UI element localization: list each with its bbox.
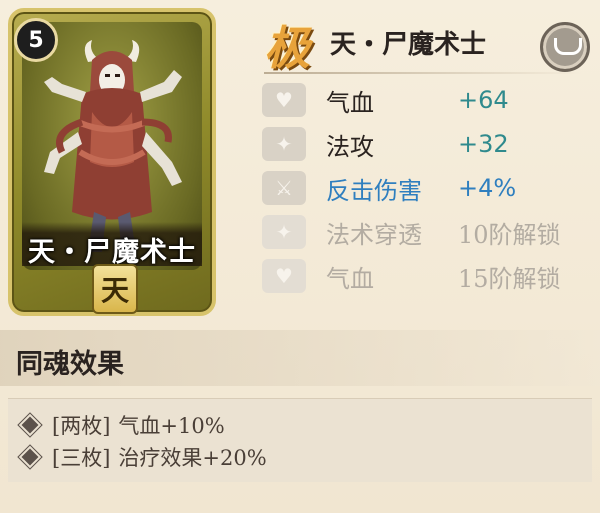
stat-label: 气血 [326,88,374,117]
character-card[interactable]: 天・尸魔术士 5 天 [8,8,216,316]
stat-label: 法术穿透 [326,220,422,249]
stat-label: 法攻 [326,132,374,161]
grade-label: 极 [264,21,310,75]
item-title: 天・尸魔术士 [330,30,487,60]
effect-tag: [三枚] [52,446,111,470]
soul-effects: [两枚] 气血+10% [三枚] 治疗效果+20% [8,398,592,482]
stat-row-magic-pierce: ✦ 法术穿透 10阶解锁 [262,210,592,254]
sword-icon: ⚔ [262,171,306,205]
effect-row: [两枚] 气血+10% [17,409,578,441]
effect-text: 治疗效果+20% [118,446,267,470]
section-title: 同魂效果 [16,349,124,380]
heart-icon: ♥ [262,83,306,117]
equipment-detail-panel: 天・尸魔术士 5 天 极 天・尸魔术士 ♥ 气血 +64 ✦ 法攻 +32 ⚔ … [0,0,600,513]
level-badge: 5 [14,18,58,62]
stat-row-counter-damage: ⚔ 反击伤害 +4% [262,166,592,210]
effect-text: 气血+10% [118,414,225,438]
heart-icon: ♥ [262,259,306,293]
stat-value: 15阶解锁 [458,264,561,293]
stat-value: +4% [458,174,517,202]
stats-list: ♥ 气血 +64 ✦ 法攻 +32 ⚔ 反击伤害 +4% ✦ 法术穿透 10阶解… [262,78,592,298]
stat-row-magic-attack: ✦ 法攻 +32 [262,122,592,166]
diamond-icon [17,412,43,438]
rarity-badge: 天 [92,264,138,314]
stat-row-hp: ♥ 气血 +64 [262,78,592,122]
effect-tag: [两枚] [52,414,111,438]
hat-icon[interactable] [540,22,590,72]
stat-value: +64 [458,86,509,114]
stat-value: +32 [458,130,509,158]
stat-row-hp-locked: ♥ 气血 15阶解锁 [262,254,592,298]
attack-icon: ✦ [262,127,306,161]
pierce-icon: ✦ [262,215,306,249]
divider [264,72,582,74]
stat-label: 反击伤害 [326,176,422,205]
stat-label: 气血 [326,264,374,293]
effect-row: [三枚] 治疗效果+20% [17,441,578,473]
diamond-icon [17,444,43,470]
stat-value: 10阶解锁 [458,220,561,249]
